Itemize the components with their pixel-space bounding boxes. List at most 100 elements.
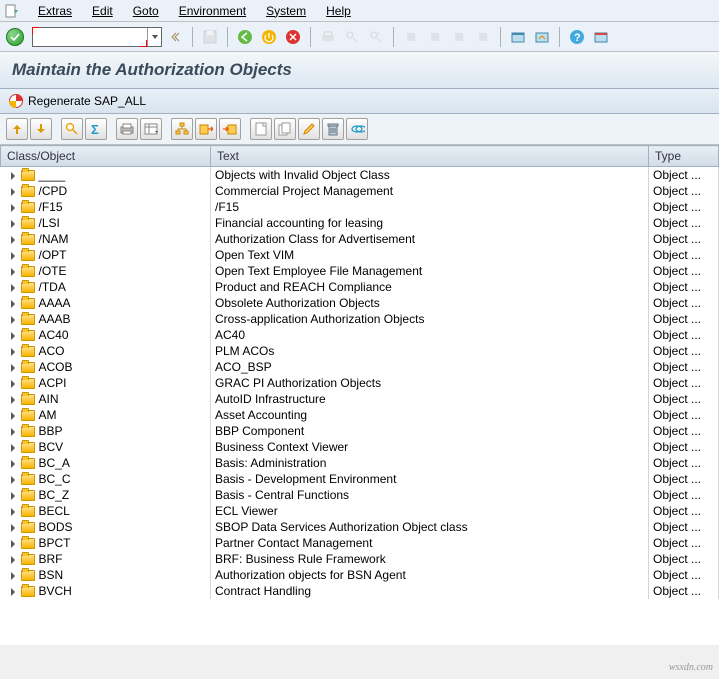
table-row[interactable]: BPCTPartner Contact ManagementObject ... — [1, 535, 719, 551]
table-row[interactable]: /NAMAuthorization Class for Advertisemen… — [1, 231, 719, 247]
table-row[interactable]: /CPDCommercial Project ManagementObject … — [1, 183, 719, 199]
expand-icon[interactable] — [11, 396, 15, 404]
enter-button[interactable] — [6, 28, 24, 46]
expand-icon[interactable] — [11, 284, 15, 292]
svg-text:?: ? — [574, 32, 581, 44]
export-button[interactable] — [195, 118, 217, 140]
object-type: Object ... — [649, 279, 719, 295]
table-row[interactable]: ACOPLM ACOsObject ... — [1, 343, 719, 359]
object-name: AAAB — [39, 312, 71, 326]
find-alv-button[interactable] — [61, 118, 83, 140]
expand-icon[interactable] — [11, 220, 15, 228]
table-row[interactable]: BCVBusiness Context ViewerObject ... — [1, 439, 719, 455]
col-header-type[interactable]: Type — [649, 146, 719, 167]
table-row[interactable]: /OTEOpen Text Employee File ManagementOb… — [1, 263, 719, 279]
table-row[interactable]: BC_CBasis - Development EnvironmentObjec… — [1, 471, 719, 487]
menu-help[interactable]: Help — [316, 2, 361, 20]
table-row[interactable]: /OPTOpen Text VIMObject ... — [1, 247, 719, 263]
table-row[interactable]: BBPBBP ComponentObject ... — [1, 423, 719, 439]
import-button[interactable] — [219, 118, 241, 140]
hierarchy-up-button[interactable] — [171, 118, 193, 140]
object-type: Object ... — [649, 247, 719, 263]
expand-icon[interactable] — [11, 380, 15, 388]
sum-button[interactable]: Σ — [85, 118, 107, 140]
table-row[interactable]: ACOBACO_BSPObject ... — [1, 359, 719, 375]
expand-icon[interactable] — [11, 444, 15, 452]
expand-icon[interactable] — [11, 268, 15, 276]
expand-icon[interactable] — [11, 204, 15, 212]
table-row[interactable]: BRFBRF: Business Rule FrameworkObject ..… — [1, 551, 719, 567]
table-row[interactable]: BC_ZBasis - Central FunctionsObject ... — [1, 487, 719, 503]
expand-icon[interactable] — [11, 476, 15, 484]
table-row[interactable]: AC40AC40Object ... — [1, 327, 719, 343]
expand-icon[interactable] — [11, 348, 15, 356]
table-row[interactable]: /TDAProduct and REACH ComplianceObject .… — [1, 279, 719, 295]
help-button[interactable]: ? — [566, 27, 588, 47]
table-row[interactable]: AAABCross-application Authorization Obje… — [1, 311, 719, 327]
table-row[interactable]: AINAutoID InfrastructureObject ... — [1, 391, 719, 407]
expand-icon[interactable] — [11, 364, 15, 372]
expand-icon[interactable] — [11, 556, 15, 564]
layout-button[interactable] — [140, 118, 162, 140]
table-row[interactable]: BECLECL ViewerObject ... — [1, 503, 719, 519]
exit-button[interactable] — [258, 27, 280, 47]
expand-icon[interactable] — [11, 332, 15, 340]
table-row[interactable]: BVCHContract HandlingObject ... — [1, 583, 719, 599]
expand-icon[interactable] — [11, 236, 15, 244]
create-shortcut-button[interactable] — [531, 27, 553, 47]
table-row[interactable]: ACPIGRAC PI Authorization ObjectsObject … — [1, 375, 719, 391]
table-row[interactable]: AMAsset AccountingObject ... — [1, 407, 719, 423]
expand-icon[interactable] — [11, 252, 15, 260]
col-header-text[interactable]: Text — [211, 146, 649, 167]
regenerate-button[interactable]: Regenerate SAP_ALL — [28, 94, 146, 108]
expand-icon[interactable] — [11, 316, 15, 324]
expand-icon[interactable] — [11, 572, 15, 580]
history-collapse-icon[interactable] — [164, 27, 186, 47]
back-button[interactable] — [234, 27, 256, 47]
table-row[interactable]: ____Objects with Invalid Object ClassObj… — [1, 167, 719, 184]
table-row[interactable]: AAAAObsolete Authorization ObjectsObject… — [1, 295, 719, 311]
copy-button[interactable] — [274, 118, 296, 140]
command-field[interactable] — [32, 27, 162, 47]
collapse-all-button[interactable] — [30, 118, 52, 140]
object-type: Object ... — [649, 567, 719, 583]
object-type: Object ... — [649, 167, 719, 184]
col-header-class[interactable]: Class/Object — [1, 146, 211, 167]
expand-icon[interactable] — [11, 300, 15, 308]
menu-system[interactable]: System — [256, 2, 316, 20]
expand-icon[interactable] — [11, 492, 15, 500]
expand-icon[interactable] — [11, 412, 15, 420]
table-row[interactable]: /F15/F15Object ... — [1, 199, 719, 215]
customize-layout-button[interactable] — [590, 27, 612, 47]
object-name: ACPI — [39, 376, 67, 390]
menu-goto[interactable]: Goto — [123, 2, 169, 20]
print-alv-button[interactable] — [116, 118, 138, 140]
table-row[interactable]: BC_ABasis: AdministrationObject ... — [1, 455, 719, 471]
new-session-button[interactable] — [507, 27, 529, 47]
display-button[interactable] — [346, 118, 368, 140]
expand-icon[interactable] — [11, 508, 15, 516]
expand-icon[interactable] — [11, 524, 15, 532]
object-name: BECL — [39, 504, 70, 518]
expand-all-button[interactable] — [6, 118, 28, 140]
table-row[interactable]: BSNAuthorization objects for BSN AgentOb… — [1, 567, 719, 583]
expand-icon[interactable] — [11, 540, 15, 548]
expand-icon[interactable] — [11, 588, 15, 596]
expand-icon[interactable] — [11, 460, 15, 468]
expand-icon[interactable] — [11, 172, 15, 180]
command-menu-icon[interactable] — [4, 3, 20, 19]
table-row[interactable]: /LSIFinancial accounting for leasingObje… — [1, 215, 719, 231]
delete-button[interactable] — [322, 118, 344, 140]
edit-button[interactable] — [298, 118, 320, 140]
expand-icon[interactable] — [11, 428, 15, 436]
object-text: SBOP Data Services Authorization Object … — [211, 519, 649, 535]
cancel-button[interactable] — [282, 27, 304, 47]
menu-environment[interactable]: Environment — [169, 2, 256, 20]
table-row[interactable]: BODSSBOP Data Services Authorization Obj… — [1, 519, 719, 535]
menu-edit[interactable]: Edit — [82, 2, 123, 20]
menu-extras[interactable]: Extras — [28, 2, 82, 20]
expand-icon[interactable] — [11, 188, 15, 196]
create-button[interactable] — [250, 118, 272, 140]
command-dropdown-icon[interactable] — [147, 28, 161, 46]
tree-table[interactable]: Class/Object Text Type ____Objects with … — [0, 145, 719, 645]
